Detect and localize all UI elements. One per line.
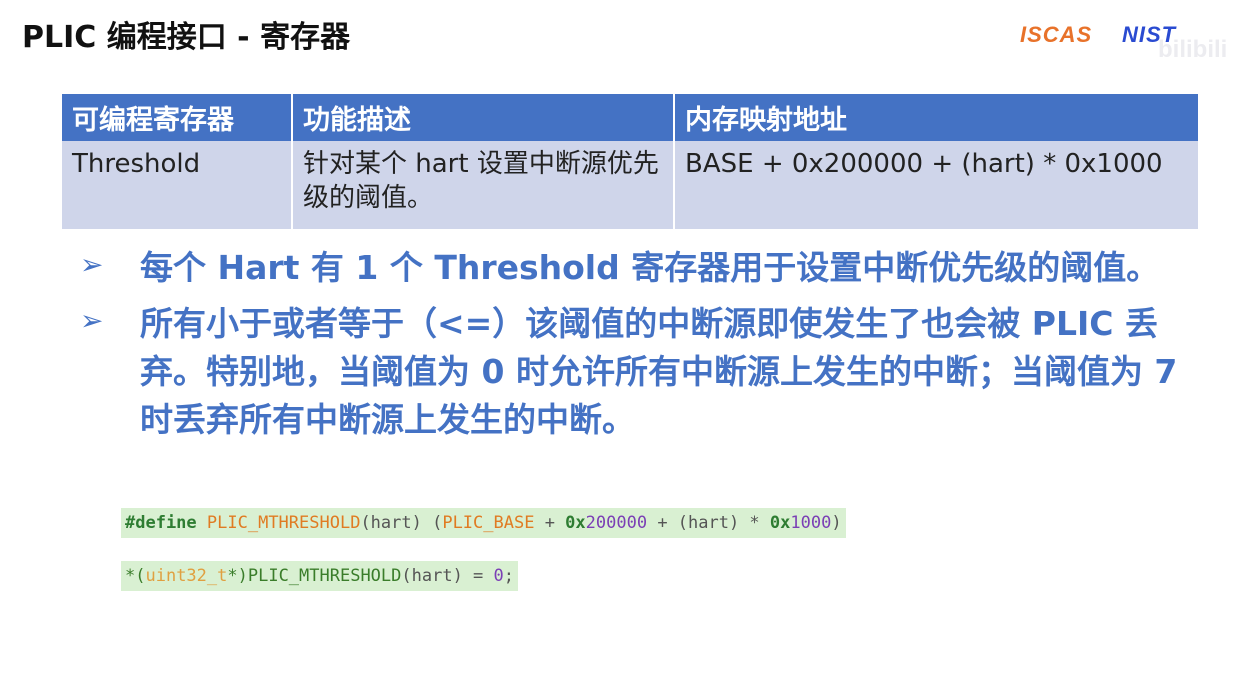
code-type: uint32_t: [145, 566, 228, 586]
code-macro-name: PLIC_MTHRESHOLD: [206, 513, 361, 533]
code-base: PLIC_BASE: [442, 513, 535, 533]
cell-address: BASE + 0x200000 + (hart) * 0x1000: [674, 141, 1198, 229]
header-description: 功能描述: [292, 94, 675, 141]
code-hex-digits-2: 1000: [790, 513, 832, 533]
code-hex-digits: 200000: [585, 513, 648, 533]
bullet-text: 每个 Hart 有 1 个 Threshold 寄存器用于设置中断优先级的阈值。: [140, 248, 1160, 287]
header-register: 可编程寄存器: [62, 94, 293, 141]
list-item: ➢ 每个 Hart 有 1 个 Threshold 寄存器用于设置中断优先级的阈…: [80, 244, 1190, 292]
code-plus: +: [534, 513, 566, 533]
code-deref: *(: [125, 566, 146, 586]
register-table: 可编程寄存器 功能描述 内存映射地址 Threshold 针对某个 hart 设…: [62, 94, 1198, 229]
code-value: 0: [493, 566, 504, 586]
arrow-bullet-icon: ➢: [80, 248, 104, 281]
code-semicolon: ;: [503, 566, 515, 586]
header-logos: ISCAS NIST bilibili: [1020, 18, 1250, 68]
slide-title: PLIC 编程接口 - 寄存器: [22, 20, 351, 55]
code-directive: #define: [125, 513, 197, 533]
code-plus-hart: + (hart) *: [647, 513, 770, 533]
code-assign: (hart) =: [401, 566, 494, 586]
cell-description: 针对某个 hart 设置中断源优先级的阈值。: [292, 141, 675, 229]
code-cast-close: *): [227, 566, 248, 586]
code-define-line: #define PLIC_MTHRESHOLD(hart) (PLIC_BASE…: [121, 508, 846, 538]
cell-register-name: Threshold: [62, 141, 293, 229]
list-item: ➢ 所有小于或者等于（<=）该阈值的中断源即使发生了也会被 PLIC 丢弃。特别…: [80, 300, 1190, 444]
iscas-logo: ISCAS: [1020, 22, 1093, 47]
table-header-row: 可编程寄存器 功能描述 内存映射地址: [62, 94, 1198, 141]
table-row: Threshold 针对某个 hart 设置中断源优先级的阈值。 BASE + …: [62, 141, 1198, 229]
bullet-text: 所有小于或者等于（<=）该阈值的中断源即使发生了也会被 PLIC 丢弃。特别地，…: [140, 304, 1178, 439]
arrow-bullet-icon: ➢: [80, 304, 104, 337]
bullet-list: ➢ 每个 Hart 有 1 个 Threshold 寄存器用于设置中断优先级的阈…: [80, 244, 1190, 452]
code-close-paren: ): [831, 513, 842, 533]
bilibili-watermark: bilibili: [1158, 36, 1228, 63]
code-args: (hart) (: [360, 513, 443, 533]
code-hex-prefix: 0x: [565, 513, 586, 533]
code-macro-call: PLIC_MTHRESHOLD: [247, 566, 402, 586]
code-hex-prefix-2: 0x: [769, 513, 791, 533]
code-assign-line: *(uint32_t*)PLIC_MTHRESHOLD(hart) = 0;: [121, 561, 519, 591]
header-address: 内存映射地址: [674, 94, 1198, 141]
